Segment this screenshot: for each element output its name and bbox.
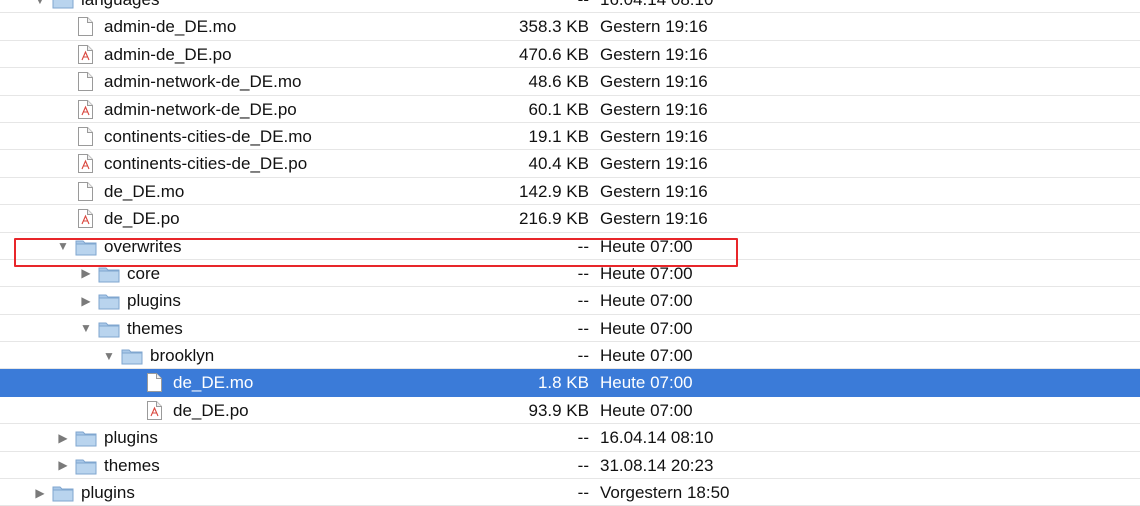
folder-icon [98, 265, 120, 283]
date-modified: Gestern 19:16 [600, 181, 708, 201]
folder-row[interactable]: ▶ themes -- 31.08.14 20:23 [0, 452, 1140, 480]
file-row[interactable]: continents-cities-de_DE.mo 19.1 KB Gestern… [0, 123, 1140, 151]
folder-icon [75, 429, 97, 447]
date-modified: 16.04.14 08:10 [600, 0, 713, 13]
folder-row[interactable]: ▶ plugins -- Heute 07:00 [0, 287, 1140, 315]
folder-row[interactable]: ▼ themes -- Heute 07:00 [0, 315, 1140, 343]
po-document-icon [78, 44, 93, 64]
disclosure-collapsed-icon[interactable]: ▶ [32, 479, 48, 506]
date-modified: Vorgestern 18:50 [600, 483, 730, 503]
file-size: -- [577, 428, 589, 448]
file-row[interactable]: admin-network-de_DE.po 60.1 KB Gestern 19:… [0, 96, 1140, 123]
disclosure-collapsed-icon[interactable]: ▶ [55, 424, 71, 451]
file-name: themes [104, 455, 160, 475]
file-row[interactable]: de_DE.po 216.9 KB Gestern 19:16 [0, 205, 1140, 233]
date-modified: Gestern 19:16 [600, 99, 708, 119]
folder-row[interactable]: ▶ plugins -- Vorgestern 18:50 [0, 479, 1140, 506]
file-name: de_DE.po [104, 209, 180, 229]
date-modified: Heute 07:00 [600, 400, 693, 420]
date-modified: Heute 07:00 [600, 373, 693, 393]
file-row[interactable]: de_DE.po 93.9 KB Heute 07:00 [0, 397, 1140, 425]
file-name: admin-network-de_DE.mo [104, 72, 302, 92]
file-size: -- [577, 346, 589, 366]
folder-row[interactable]: ▼ brooklyn -- Heute 07:00 [0, 342, 1140, 370]
file-size: -- [577, 483, 589, 503]
po-document-icon [147, 400, 162, 420]
file-name: plugins [127, 291, 181, 311]
file-size: 40.4 KB [528, 154, 590, 174]
file-size: 93.9 KB [528, 400, 590, 420]
date-modified: Gestern 19:16 [600, 44, 708, 64]
file-name: de_DE.mo [173, 373, 254, 393]
file-size: 19.1 KB [528, 126, 590, 146]
disclosure-expanded-icon[interactable]: ▼ [32, 0, 48, 13]
file-size: 48.6 KB [528, 72, 590, 92]
file-name: admin-network-de_DE.po [104, 99, 297, 119]
file-row[interactable]: admin-de_DE.po 470.6 KB Gestern 19:16 [0, 41, 1140, 69]
file-row[interactable]: admin-de_DE.mo 358.3 KB Gestern 19:16 [0, 13, 1140, 41]
file-name: continents-cities-de_DE.mo [104, 126, 312, 146]
disclosure-expanded-icon[interactable]: ▼ [101, 342, 117, 369]
folder-icon [98, 292, 120, 310]
annotation-highlight-box [14, 238, 738, 267]
folder-icon [52, 0, 74, 9]
folder-icon [98, 320, 120, 338]
file-size: 216.9 KB [519, 209, 589, 229]
file-size: 60.1 KB [528, 99, 590, 119]
file-row[interactable]: admin-network-de_DE.mo 48.6 KB Gestern 19:… [0, 68, 1140, 96]
document-icon [147, 373, 162, 393]
file-size: 142.9 KB [519, 181, 589, 201]
file-size: 358.3 KB [519, 17, 589, 37]
date-modified: Gestern 19:16 [600, 209, 708, 229]
date-modified: Gestern 19:16 [600, 17, 708, 37]
document-icon [78, 72, 93, 92]
disclosure-collapsed-icon[interactable]: ▶ [55, 452, 71, 479]
document-icon [78, 126, 93, 146]
po-document-icon [78, 154, 93, 174]
date-modified: Heute 07:00 [600, 346, 693, 366]
date-modified: Gestern 19:16 [600, 154, 708, 174]
file-name: admin-de_DE.mo [104, 17, 237, 37]
folder-row[interactable]: ▼ languages -- 16.04.14 08:10 [0, 0, 1140, 14]
file-size: 470.6 KB [519, 44, 589, 64]
date-modified: Gestern 19:16 [600, 72, 708, 92]
file-name: de_DE.mo [104, 181, 185, 201]
document-icon [78, 17, 93, 37]
date-modified: Heute 07:00 [600, 291, 693, 311]
file-row[interactable]: continents-cities-de_DE.po 40.4 KB Gestern… [0, 150, 1140, 178]
disclosure-expanded-icon[interactable]: ▼ [78, 315, 94, 342]
file-size: -- [577, 291, 589, 311]
date-modified: 31.08.14 20:23 [600, 455, 714, 475]
file-size: -- [577, 318, 589, 338]
file-size: -- [578, 0, 589, 13]
disclosure-collapsed-icon[interactable]: ▶ [78, 287, 94, 314]
folder-row[interactable]: ▶ plugins -- 16.04.14 08:10 [0, 424, 1140, 452]
file-name: brooklyn [150, 346, 215, 366]
file-name: admin-de_DE.po [104, 44, 232, 64]
document-icon [78, 181, 93, 201]
file-name: languages [81, 0, 159, 13]
file-name: continents-cities-de_DE.po [104, 154, 308, 174]
file-size: 1.8 KB [537, 373, 589, 393]
date-modified: Heute 07:00 [600, 318, 693, 338]
file-name: plugins [104, 428, 158, 448]
folder-icon [52, 484, 74, 502]
folder-icon [75, 457, 97, 475]
date-modified: Gestern 19:16 [600, 126, 708, 146]
po-document-icon [78, 209, 93, 229]
file-name: plugins [81, 483, 135, 503]
file-name: themes [127, 318, 183, 338]
file-row[interactable]: de_DE.mo 142.9 KB Gestern 19:16 [0, 178, 1140, 206]
file-size: -- [577, 455, 589, 475]
file-name: de_DE.po [173, 400, 249, 420]
folder-icon [121, 347, 143, 365]
file-row[interactable]: de_DE.mo 1.8 KB Heute 07:00 [0, 369, 1140, 397]
date-modified: 16.04.14 08:10 [600, 428, 714, 448]
po-document-icon [78, 99, 93, 119]
